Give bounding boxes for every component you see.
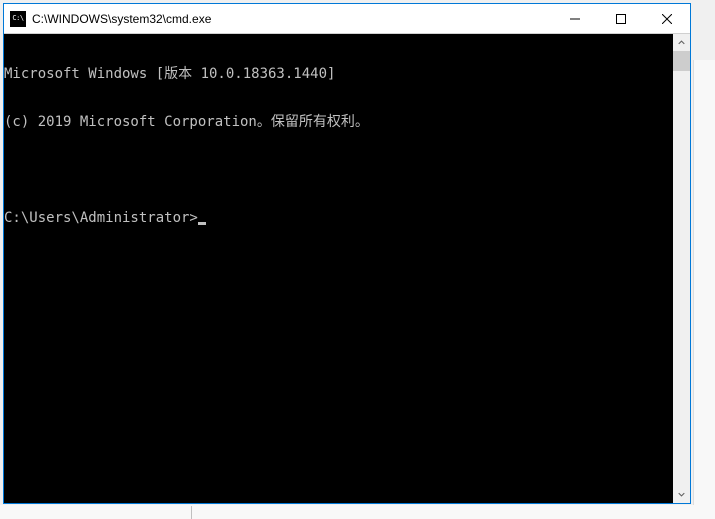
console-output-line: Microsoft Windows [版本 10.0.18363.1440] [4, 66, 673, 82]
minimize-button[interactable] [552, 4, 598, 33]
console-prompt-line: C:\Users\Administrator> [4, 210, 673, 226]
window-title: C:\WINDOWS\system32\cmd.exe [32, 12, 552, 26]
console-wrapper: Microsoft Windows [版本 10.0.18363.1440] (… [4, 34, 690, 503]
background-panel-bottom [0, 505, 715, 519]
minimize-icon [570, 14, 580, 24]
cmd-icon: C:\ [10, 11, 26, 27]
vertical-scrollbar[interactable] [673, 34, 690, 503]
console-area[interactable]: Microsoft Windows [版本 10.0.18363.1440] (… [4, 34, 673, 503]
scroll-thumb[interactable] [673, 51, 690, 71]
chevron-down-icon [678, 491, 685, 498]
maximize-button[interactable] [598, 4, 644, 33]
scroll-up-button[interactable] [673, 34, 690, 51]
maximize-icon [616, 14, 626, 24]
scroll-down-button[interactable] [673, 486, 690, 503]
scroll-track[interactable] [673, 51, 690, 486]
chevron-up-icon [678, 39, 685, 46]
titlebar[interactable]: C:\ C:\WINDOWS\system32\cmd.exe [4, 4, 690, 34]
close-button[interactable] [644, 4, 690, 33]
window-controls [552, 4, 690, 33]
console-prompt: C:\Users\Administrator> [4, 210, 198, 226]
cursor [198, 222, 206, 225]
cmd-window: C:\ C:\WINDOWS\system32\cmd.exe Microsof… [3, 3, 691, 504]
background-panel-right [693, 60, 715, 515]
console-output-line: (c) 2019 Microsoft Corporation。保留所有权利。 [4, 114, 673, 130]
console-blank-line [4, 162, 673, 178]
close-icon [662, 14, 672, 24]
cmd-icon-text: C:\ [12, 15, 23, 22]
background-divider [191, 506, 192, 519]
